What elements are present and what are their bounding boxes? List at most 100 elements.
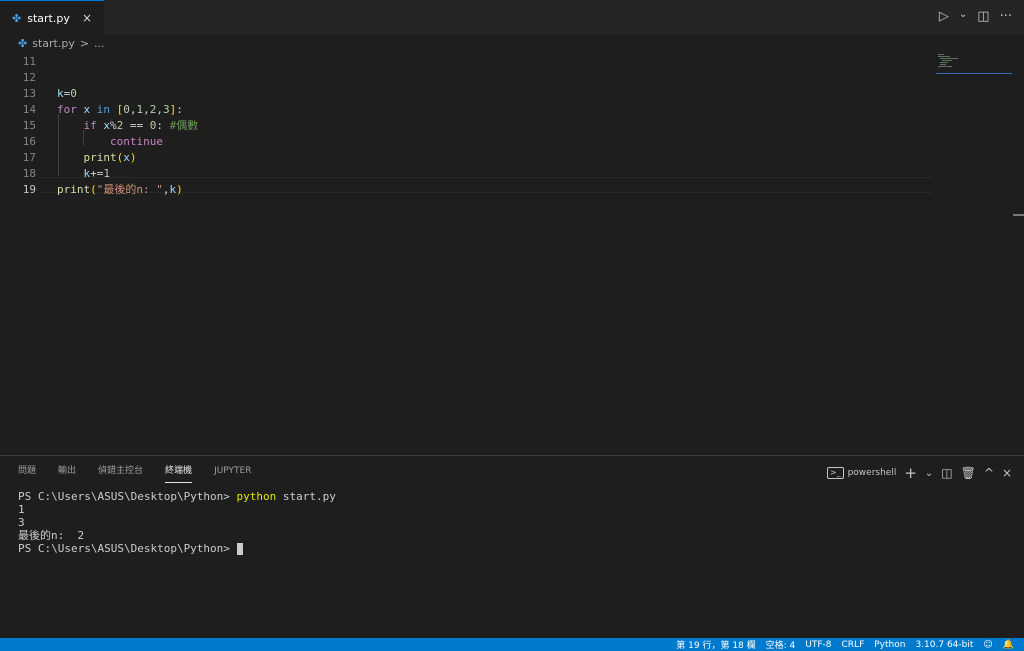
status-cursor-position[interactable]: 第 19 行，第 18 欄 — [676, 638, 755, 651]
tab-start-py[interactable]: ✤ start.py × — [0, 0, 104, 35]
bell-icon[interactable]: 🔔 — [1003, 640, 1014, 650]
terminal-prompt: PS C:\Users\ASUS\Desktop\Python> — [18, 490, 237, 503]
code-token: x — [103, 119, 110, 132]
line-number: 11 — [22, 55, 36, 68]
status-encoding[interactable]: UTF-8 — [805, 640, 831, 650]
tab-terminal[interactable]: 終端機 — [165, 464, 193, 483]
code-line[interactable]: 16 continue — [0, 134, 930, 150]
code-token: , — [143, 103, 150, 116]
minimap[interactable] — [936, 52, 1012, 78]
add-terminal-icon[interactable]: + — [904, 464, 917, 482]
tab-label: start.py — [27, 11, 70, 25]
terminal-command: python — [236, 490, 277, 503]
trash-icon[interactable]: 🗑 — [961, 466, 976, 480]
code-text: k+=1 — [57, 166, 111, 182]
code-token: % — [110, 119, 117, 132]
code-token: += — [90, 167, 104, 180]
code-token: print — [83, 151, 117, 164]
code-token: ) — [129, 151, 137, 164]
tab-jupyter[interactable]: JUPYTER — [214, 464, 251, 482]
line-number: 14 — [22, 103, 36, 116]
code-text: print(x) — [57, 150, 137, 166]
minimap-viewport[interactable] — [936, 73, 1012, 74]
maximize-panel-icon[interactable]: ^ — [984, 466, 994, 480]
code-token: ) — [176, 183, 183, 196]
line-number: 18 — [22, 167, 36, 180]
terminal-prompt: PS C:\Users\ASUS\Desktop\Python> — [18, 542, 237, 555]
panel-tabs: 問題 輸出 偵錯主控台 終端機 JUPYTER — [18, 464, 251, 483]
tab-output[interactable]: 輸出 — [58, 464, 76, 482]
code-line[interactable]: 19 print("最後的n: ",k) — [0, 182, 930, 198]
terminal-line: PS C:\Users\ASUS\Desktop\Python> python … — [18, 490, 336, 503]
split-terminal-icon[interactable]: ◫ — [941, 466, 952, 480]
code-line[interactable]: 11 — [0, 54, 930, 70]
split-editor-icon[interactable]: ◫ — [977, 9, 989, 24]
code-token: #偶數 — [169, 119, 199, 132]
status-right: 第 19 行，第 18 欄 空格: 4 UTF-8 CRLF Python 3.… — [676, 638, 1014, 651]
chevron-down-icon[interactable]: ⌄ — [959, 9, 967, 24]
breadcrumb: ✤ start.py > ... — [0, 35, 1024, 52]
code-token: : — [176, 103, 183, 116]
close-icon[interactable]: × — [82, 11, 92, 25]
code-token: x — [123, 151, 130, 164]
close-panel-icon[interactable]: × — [1002, 466, 1012, 480]
python-file-icon: ✤ — [12, 11, 22, 25]
code-line[interactable]: 18 k+=1 — [0, 166, 930, 182]
code-text: continue — [57, 134, 163, 150]
python-file-icon: ✤ — [18, 37, 28, 50]
tab-problems[interactable]: 問題 — [18, 464, 36, 482]
line-number: 19 — [22, 183, 36, 196]
code-line[interactable]: 17 print(x) — [0, 150, 930, 166]
code-text: print("最後的n: ",k) — [57, 182, 183, 198]
code-text: k=0 — [57, 86, 77, 102]
status-bar: 第 19 行，第 18 欄 空格: 4 UTF-8 CRLF Python 3.… — [0, 638, 1024, 651]
code-token: 0 — [70, 87, 77, 100]
code-token: "最後的n: " — [96, 183, 163, 196]
code-line[interactable]: 14 for x in [0,1,2,3]: — [0, 102, 930, 118]
code-token: , — [162, 183, 170, 196]
terminal-selector[interactable]: >_ powershell — [826, 467, 897, 479]
code-token: ( — [90, 183, 97, 196]
terminal-cursor — [236, 543, 243, 555]
code-line[interactable]: 15 if x%2 == 0: #偶數 — [0, 118, 930, 134]
run-icon[interactable]: ▷ — [939, 9, 949, 24]
code-token: continue — [109, 135, 163, 148]
tab-debug-console[interactable]: 偵錯主控台 — [98, 464, 143, 482]
code-token: 3 — [163, 103, 170, 116]
panel-actions: >_ powershell + ⌄ ◫ 🗑 ^ × — [826, 464, 1012, 482]
terminal-line: 3 — [18, 516, 25, 529]
code-token: : — [156, 119, 170, 132]
chevron-down-icon[interactable]: ⌄ — [925, 468, 933, 479]
editor-actions: ▷ ⌄ ◫ ··· — [939, 9, 1012, 24]
status-interpreter[interactable]: 3.10.7 64-bit — [915, 640, 973, 650]
bottom-panel: 問題 輸出 偵錯主控台 終端機 JUPYTER >_ powershell + … — [0, 455, 1024, 638]
code-line[interactable]: 13 k=0 — [0, 86, 930, 102]
code-token: k — [57, 87, 64, 100]
more-actions-icon[interactable]: ··· — [1000, 9, 1012, 24]
code-token: for — [57, 103, 77, 116]
code-line[interactable]: 12 — [0, 70, 930, 86]
terminal-icon: >_ — [826, 467, 844, 479]
line-number: 15 — [22, 119, 36, 132]
code-token: , — [156, 103, 163, 116]
terminal-line: 最後的n: 2 — [18, 529, 85, 542]
status-language[interactable]: Python — [874, 640, 905, 650]
shell-label: powershell — [847, 468, 897, 478]
editor-tab-bar: ✤ start.py × ▷ ⌄ ◫ ··· — [0, 0, 1024, 35]
terminal-output[interactable]: PS C:\Users\ASUS\Desktop\Python> python … — [18, 490, 336, 555]
status-eol[interactable]: CRLF — [842, 640, 865, 650]
code-token: if — [83, 119, 97, 132]
status-indentation[interactable]: 空格: 4 — [766, 638, 796, 651]
code-editor[interactable]: 11 12 13 k=0 14 for x in [0,1,2,3]: 15 if x%2 … — [0, 52, 1024, 454]
scrollbar-marker[interactable] — [1013, 214, 1024, 216]
breadcrumb-file[interactable]: start.py — [32, 37, 75, 50]
line-number: 12 — [22, 71, 36, 84]
terminal-command-args: start.py — [276, 490, 336, 503]
breadcrumb-symbols[interactable]: ... — [94, 37, 105, 50]
person-feedback-icon[interactable]: ☺ — [983, 640, 992, 650]
